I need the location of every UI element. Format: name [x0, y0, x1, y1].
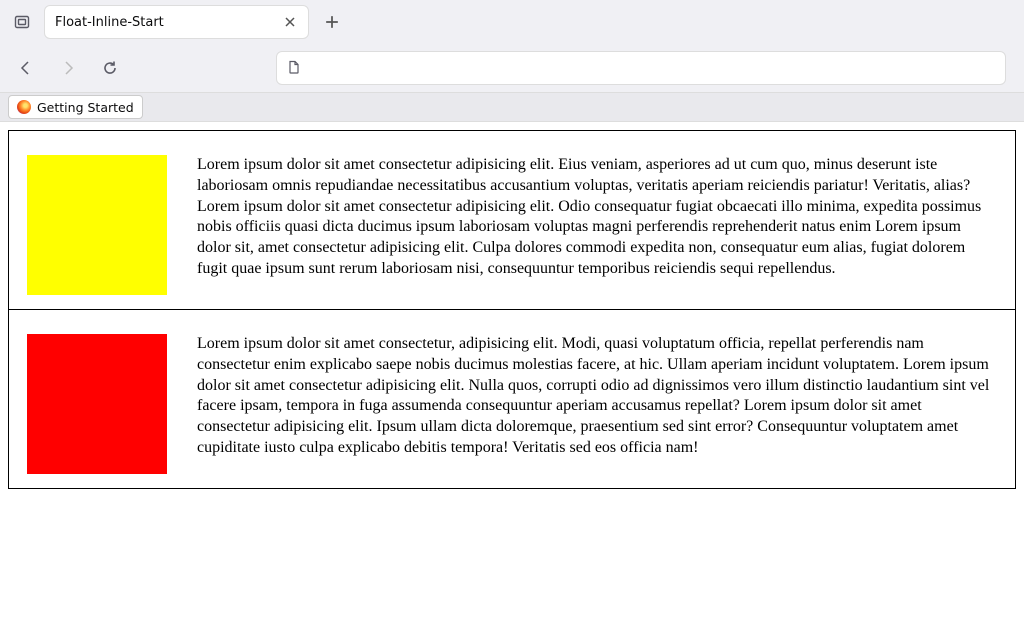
tab-title: Float-Inline-Start — [55, 15, 274, 30]
page-icon — [287, 59, 301, 78]
close-tab-button[interactable] — [282, 14, 298, 30]
toolbar — [0, 44, 1024, 92]
tab-strip: Float-Inline-Start — [0, 0, 1024, 44]
bookmark-label: Getting Started — [37, 100, 134, 115]
float-box-yellow — [27, 155, 167, 295]
browser-tab[interactable]: Float-Inline-Start — [44, 5, 309, 39]
bookmarks-bar: Getting Started — [0, 92, 1024, 122]
paragraph-2: Lorem ipsum dolor sit amet consectetur, … — [27, 334, 997, 459]
firefox-icon — [17, 100, 31, 114]
forward-button[interactable] — [52, 52, 84, 84]
section-2: Lorem ipsum dolor sit amet consectetur, … — [8, 310, 1016, 489]
spaces-icon[interactable] — [12, 12, 32, 32]
float-box-red — [27, 334, 167, 474]
browser-chrome: Float-Inline-Start — [0, 0, 1024, 122]
section-1: Lorem ipsum dolor sit amet consectetur a… — [8, 130, 1016, 310]
paragraph-1: Lorem ipsum dolor sit amet consectetur a… — [27, 155, 997, 280]
url-bar[interactable] — [276, 51, 1006, 85]
new-tab-button[interactable] — [317, 7, 347, 37]
page-viewport: Lorem ipsum dolor sit amet consectetur a… — [0, 122, 1024, 629]
bookmark-getting-started[interactable]: Getting Started — [8, 95, 143, 119]
reload-button[interactable] — [94, 52, 126, 84]
back-button[interactable] — [10, 52, 42, 84]
